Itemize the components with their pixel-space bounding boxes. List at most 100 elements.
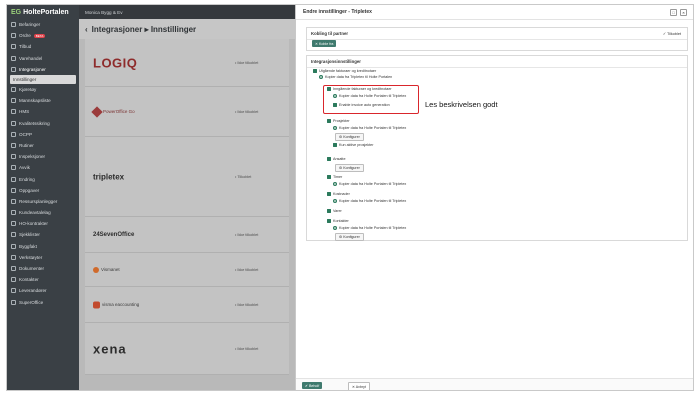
configure-employees-button[interactable]: ⚙ Konfigurer bbox=[335, 164, 364, 172]
option-label: Kopier data fra Tripletex til Holte Port… bbox=[325, 75, 393, 79]
sidebar-item-label: Kundeavtalelag bbox=[19, 210, 51, 216]
sidebar-item-tilbud[interactable]: Tilbud bbox=[7, 41, 79, 52]
connection-title: Kobling til partner bbox=[307, 28, 687, 40]
configure-contacts-button[interactable]: ⚙ Konfigurer bbox=[335, 233, 364, 241]
status-badge: • Ikke tilkoblet bbox=[235, 60, 259, 65]
sidebar-item-befaringer[interactable]: Befaringer bbox=[7, 19, 79, 30]
sidebar-item-leverandorer[interactable]: Leverandører bbox=[7, 285, 79, 296]
sidebar-item-byggfakt[interactable]: Byggfakt bbox=[7, 241, 79, 252]
integration-row-vismanet[interactable]: Vismanet • Ikke tilkoblet bbox=[85, 253, 289, 287]
outgoing-invoices-checkbox[interactable]: Utgående fakturaer og kreditnotaer bbox=[313, 69, 376, 73]
outgoing-copy-radio[interactable]: Kopier data fra Tripletex til Holte Port… bbox=[319, 75, 392, 79]
hours-checkbox[interactable]: Timer bbox=[327, 175, 342, 179]
user-name[interactable]: Monica Bygg & Ev bbox=[85, 10, 123, 15]
radio-selected-icon bbox=[319, 75, 323, 79]
modal-controls: □ × bbox=[670, 9, 687, 16]
sidebar-item-ho-kontrakter[interactable]: HO-kontrakter bbox=[7, 218, 79, 229]
integration-row-poweroffice[interactable]: PowerOffice Go • Ikke tilkoblet bbox=[85, 87, 289, 137]
option-label: Varer bbox=[333, 209, 342, 213]
warning-icon bbox=[11, 165, 16, 171]
integration-row-logiq[interactable]: LOGIQ • Ikke tilkoblet bbox=[85, 39, 289, 87]
projects-checkbox[interactable]: Prosjekter bbox=[327, 119, 350, 123]
sidebar-item-varehandel[interactable]: Varehandel bbox=[7, 53, 79, 64]
sidebar-subitem-innstillinger[interactable]: Innstillinger bbox=[10, 74, 76, 84]
sidebar-item-ocpp[interactable]: OCPP bbox=[7, 129, 79, 140]
brand-name: visma eaccounting bbox=[102, 301, 140, 307]
back-arrow-icon[interactable]: ‹ bbox=[85, 25, 88, 34]
employees-checkbox[interactable]: Ansatte bbox=[327, 157, 346, 161]
integration-row-xena[interactable]: xena • Ikke tilkoblet bbox=[85, 323, 289, 375]
status-badge: • Ikke tilkoblet bbox=[235, 267, 259, 272]
sidebar-item-ordre[interactable]: Ordre BETA bbox=[7, 30, 79, 41]
option-label: Kun aktive prosjekter bbox=[339, 143, 374, 147]
sidebar-item-superoffice[interactable]: SuperOffice bbox=[7, 297, 79, 308]
close-icon[interactable]: × bbox=[680, 9, 687, 16]
sidebar-item-sjekklister[interactable]: Sjekklister bbox=[7, 229, 79, 240]
sidebar-item-integrasjoner[interactable]: Integrasjoner bbox=[7, 64, 79, 75]
sidebar-item-hms[interactable]: HMS bbox=[7, 106, 79, 117]
sidebar-item-label: Kjøretøy bbox=[19, 87, 37, 93]
maximize-icon[interactable]: □ bbox=[670, 9, 677, 16]
integration-row-tripletex[interactable]: tripletex • Tilkoblet bbox=[85, 137, 289, 217]
radio-selected-icon bbox=[333, 126, 337, 130]
sidebar-item-dokumenter[interactable]: Dokumenter bbox=[7, 263, 79, 274]
page-title-text: Integrasjoner ▸ Innstillinger bbox=[91, 24, 197, 34]
costs-copy-radio[interactable]: Kopier data fra Holte Portalen til Tripl… bbox=[333, 199, 406, 203]
sidebar-item-label: Tilbud bbox=[19, 44, 32, 50]
sidebar-item-ressursplanlegger[interactable]: Ressursplanlegger bbox=[7, 196, 79, 207]
configure-projects-button[interactable]: ⚙ Konfigurer bbox=[335, 133, 364, 141]
costs-checkbox[interactable]: Kostnader bbox=[327, 192, 350, 196]
app-logo[interactable]: EG HoltePortalen bbox=[7, 5, 79, 19]
integration-settings-panel: Integrasjonsinnstillinger Utgående faktu… bbox=[306, 55, 688, 241]
sidebar-item-label: Dokumenter bbox=[19, 266, 45, 272]
clipboard-icon bbox=[11, 22, 16, 28]
sidebar-item-kontakter[interactable]: Kontakter bbox=[7, 274, 79, 285]
projects-copy-radio[interactable]: Kopier data fra Holte Portalen til Tripl… bbox=[333, 126, 406, 130]
contacts-checkbox[interactable]: Kontakter bbox=[327, 219, 349, 223]
visma-eaccounting-logo: visma eaccounting bbox=[93, 301, 139, 308]
sidebar-item-endring[interactable]: Endring bbox=[7, 173, 79, 184]
sidebar-item-inspeksjoner[interactable]: Inspeksjoner bbox=[7, 151, 79, 162]
sidebar-item-oppgaver[interactable]: Oppgaver bbox=[7, 185, 79, 196]
sidebar-item-label: Avvik bbox=[19, 165, 30, 171]
connection-panel: Kobling til partner ✓ Tilkoblet ✕ Koble … bbox=[306, 27, 688, 51]
checkbox-checked-icon bbox=[327, 119, 331, 123]
checkbox-checked-icon bbox=[327, 219, 331, 223]
checkbox-checked-icon bbox=[327, 192, 331, 196]
sidebar-item-label: HMS bbox=[19, 109, 30, 115]
modal-header: Endre innstillinger - Tripletex □ × bbox=[296, 5, 693, 20]
sidebar-item-label: Inspeksjoner bbox=[19, 154, 46, 160]
highlight-box bbox=[323, 85, 419, 114]
page-title: ‹ Integrasjoner ▸ Innstillinger bbox=[79, 19, 295, 39]
goods-checkbox[interactable]: Varer bbox=[327, 209, 342, 213]
option-label: Kostnader bbox=[333, 192, 350, 196]
projects-only-active-checkbox[interactable]: Kun aktive prosjekter bbox=[333, 143, 373, 147]
sidebar-item-kundeavtalelag[interactable]: Kundeavtalelag bbox=[7, 207, 79, 218]
contacts-copy-radio[interactable]: Kopier data fra Holte Portalen til Tripl… bbox=[333, 226, 406, 230]
sidebar-item-kvalitetssikring[interactable]: Kvalitetssikring bbox=[7, 118, 79, 129]
hours-copy-radio[interactable]: Kopier data fra Holte Portalen til Tripl… bbox=[333, 182, 406, 186]
disconnect-button[interactable]: ✕ Koble fra bbox=[312, 40, 337, 47]
option-label: Kopier data fra Holte Portalen til Tripl… bbox=[339, 182, 407, 186]
option-label: Utgående fakturaer og kreditnotaer bbox=[319, 69, 377, 73]
integration-row-24sevenoffice[interactable]: 24SevenOffice • Ikke tilkoblet bbox=[85, 217, 289, 253]
sidebar-item-rutiner[interactable]: Rutiner bbox=[7, 140, 79, 151]
save-button[interactable]: ✔ Beholf bbox=[302, 382, 323, 389]
checkbox-checked-icon bbox=[327, 209, 331, 213]
sidebar-item-mannskapsliste[interactable]: Mannskapsliste bbox=[7, 95, 79, 106]
sidebar-item-label: Mannskapsliste bbox=[19, 98, 51, 104]
car-icon bbox=[11, 87, 16, 93]
task-icon bbox=[11, 187, 16, 193]
sidebar-item-verkstoyter[interactable]: Verkstøyter bbox=[7, 252, 79, 263]
visma-mark-icon bbox=[93, 301, 100, 308]
cancel-button[interactable]: ✕ Avbryt bbox=[348, 382, 370, 390]
integration-row-visma-eaccounting[interactable]: visma eaccounting • Ikke tilkoblet bbox=[85, 287, 289, 323]
top-bar: Monica Bygg & Ev bbox=[79, 5, 295, 19]
option-label: Kopier data fra Holte Portalen til Tripl… bbox=[339, 226, 407, 230]
status-badge: • Ikke tilkoblet bbox=[235, 232, 259, 237]
sidebar-item-avvik[interactable]: Avvik bbox=[7, 162, 79, 173]
document-icon bbox=[11, 44, 16, 50]
sidebar-item-kjoretoy[interactable]: Kjøretøy bbox=[7, 84, 79, 95]
contract-icon bbox=[11, 221, 16, 227]
poweroffice-mark-icon bbox=[91, 105, 103, 118]
